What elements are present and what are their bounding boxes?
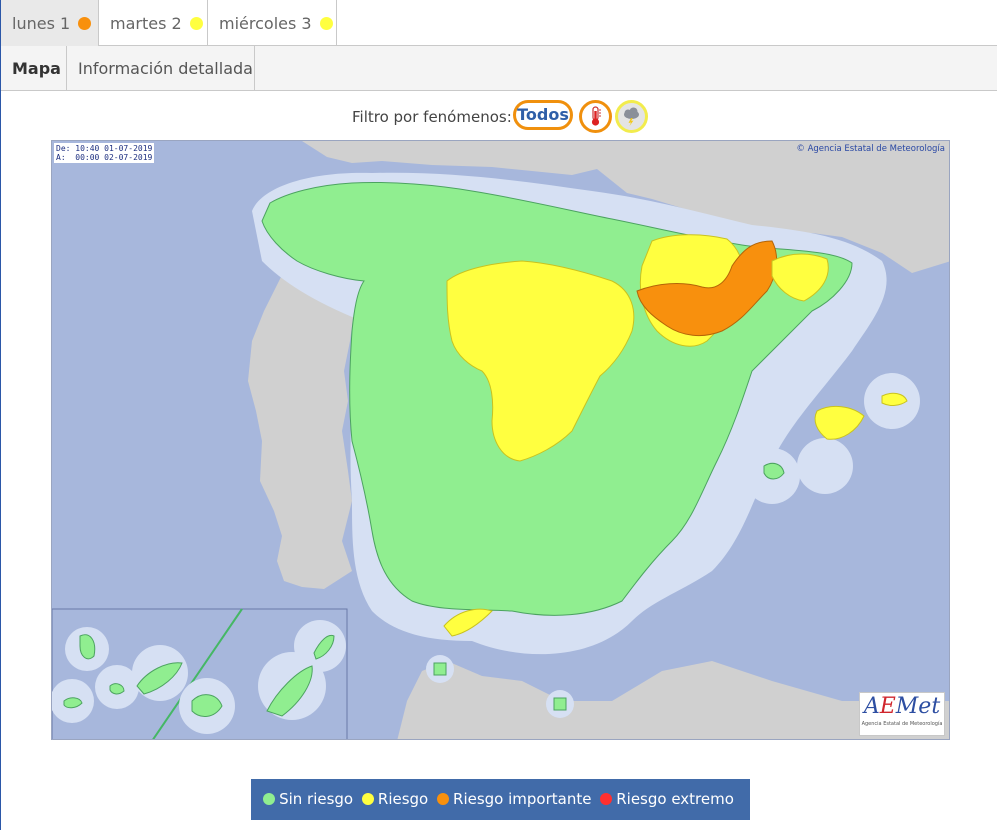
aemet-logo: AEMet Agencia Estatal de Meteorología	[859, 692, 945, 736]
orange-dot-icon	[437, 793, 450, 805]
spain-map-graphic	[52, 141, 949, 739]
valid-from-text: De: 10:40 01-07-2019	[56, 144, 153, 153]
risk-dot-icon	[189, 17, 203, 30]
tab-mapa[interactable]: Mapa	[1, 46, 67, 90]
aemet-logo-subtitle: Agencia Estatal de Meteorología	[861, 721, 943, 727]
tab-day-miercoles[interactable]: miércoles 3	[208, 0, 337, 46]
red-dot-icon	[600, 793, 613, 805]
storm-cloud-icon	[624, 107, 639, 126]
risk-legend: Sin riesgo Riesgo Riesgo importante Ries…	[251, 779, 750, 820]
day-tabs: lunes 1 martes 2 miércoles 3	[1, 0, 997, 46]
tab-day-label: lunes 1	[12, 14, 71, 33]
legend-item-riesgo-extremo: Riesgo extremo	[600, 790, 734, 808]
tab-informacion-detallada[interactable]: Información detallada	[67, 46, 255, 90]
filter-label: Filtro por fenómenos:	[352, 108, 512, 126]
warning-map[interactable]: De: 10:40 01-07-2019 A: 00:00 02-07-2019…	[51, 140, 950, 740]
view-tabs: Mapa Información detallada	[1, 46, 997, 91]
legend-item-sin-riesgo: Sin riesgo	[263, 790, 353, 808]
map-credit: © Agencia Estatal de Meteorología	[796, 144, 945, 154]
legend-item-riesgo-importante: Riesgo importante	[437, 790, 591, 808]
tab-day-lunes[interactable]: lunes 1	[1, 0, 99, 46]
phenomena-filter: Filtro por fenómenos: Todos	[0, 98, 997, 138]
filter-temperature-button[interactable]	[579, 100, 612, 133]
yellow-dot-icon	[361, 793, 374, 805]
green-dot-icon	[263, 793, 276, 805]
thermometer-icon	[591, 106, 601, 126]
validity-stamp: De: 10:40 01-07-2019 A: 00:00 02-07-2019	[54, 143, 155, 163]
tab-day-label: martes 2	[110, 14, 182, 33]
legend-item-riesgo: Riesgo	[361, 790, 428, 808]
risk-dot-icon	[319, 17, 333, 30]
tab-day-label: miércoles 3	[219, 14, 312, 33]
valid-to-text: A: 00:00 02-07-2019	[56, 153, 153, 162]
filter-all-button[interactable]: Todos	[513, 100, 573, 130]
tab-day-martes[interactable]: martes 2	[99, 0, 208, 46]
aemet-logo-mark: AEMet	[863, 694, 941, 719]
risk-dot-icon	[78, 17, 92, 30]
filter-storm-button[interactable]	[615, 100, 648, 133]
